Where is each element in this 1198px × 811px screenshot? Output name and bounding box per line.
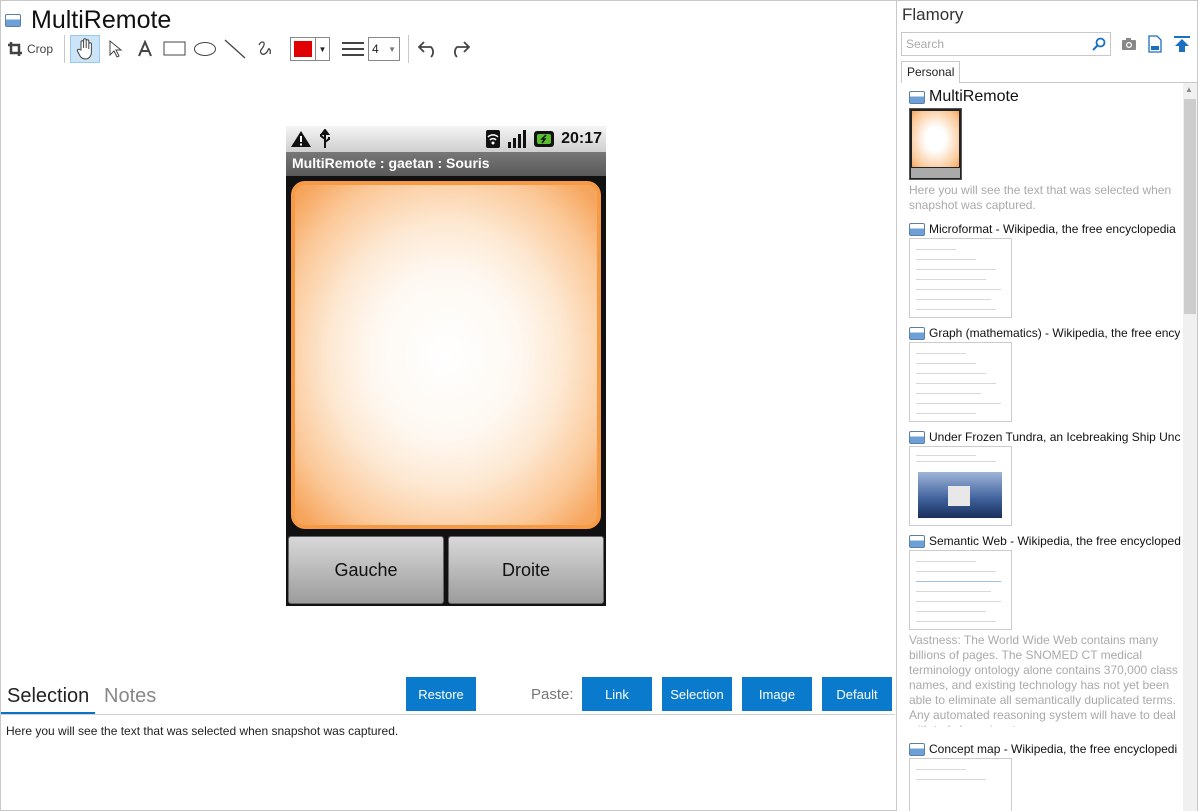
camera-icon[interactable] <box>1121 37 1137 51</box>
undo-button[interactable] <box>414 35 444 63</box>
app-icon <box>909 326 925 340</box>
app-icon <box>909 534 925 548</box>
panel-title: Flamory <box>902 5 964 24</box>
item-description: Vastness: The World Wide Web contains ma… <box>909 633 1178 727</box>
item-title: Microformat - Wikipedia, the free encycl… <box>929 222 1176 236</box>
list-item[interactable]: Semantic Web - Wikipedia, the free encyc… <box>909 534 1181 742</box>
color-picker[interactable]: ▼ <box>290 37 331 61</box>
left-click-button[interactable]: Gauche <box>288 536 444 604</box>
restore-button[interactable]: Restore <box>406 677 476 711</box>
text-tool-button[interactable] <box>130 35 160 63</box>
warning-icon <box>291 131 311 147</box>
signal-icon <box>508 130 527 148</box>
toolbar-separator <box>64 35 66 63</box>
app-icon <box>909 90 925 104</box>
collapse-up-icon[interactable] <box>1173 35 1191 53</box>
item-title: Under Frozen Tundra, an Icebreaking Ship… <box>929 430 1181 444</box>
usb-icon <box>320 129 330 148</box>
item-title: Concept map - Wikipedia, the free encycl… <box>929 742 1178 756</box>
paste-link-button[interactable]: Link <box>582 677 652 711</box>
item-title: Semantic Web - Wikipedia, the free encyc… <box>929 534 1181 548</box>
editor-area: MultiRemote Crop ▼ 4 ▼ 20:17 MultiRemote… <box>0 0 896 811</box>
snapshot-title[interactable]: MultiRemote <box>31 6 171 35</box>
ellipse-icon <box>194 42 217 56</box>
rectangle-tool-button[interactable] <box>160 35 190 63</box>
freehand-tool-button[interactable] <box>250 35 280 63</box>
item-description: Here you will see the text that was sele… <box>909 183 1172 212</box>
item-thumbnail <box>909 342 1012 422</box>
list-item[interactable]: MultiRemote Here you will see the text t… <box>909 88 1181 216</box>
line-width-select[interactable]: 4 ▼ <box>368 37 401 61</box>
item-thumbnail <box>909 446 1012 526</box>
crop-button[interactable]: Crop <box>5 35 59 63</box>
scroll-thumb[interactable] <box>1184 99 1196 314</box>
selection-text[interactable]: Here you will see the text that was sele… <box>6 724 398 738</box>
color-swatch <box>294 41 313 57</box>
toolbar-separator <box>408 35 410 63</box>
paste-selection-button[interactable]: Selection <box>662 677 732 711</box>
ellipse-tool-button[interactable] <box>190 35 220 63</box>
chevron-down-icon: ▼ <box>388 44 397 54</box>
wifi-icon <box>486 130 501 148</box>
freehand-icon <box>258 41 271 55</box>
app-icon <box>909 222 925 236</box>
search-icon[interactable] <box>1092 37 1106 51</box>
app-icon <box>909 742 925 756</box>
phone-status-bar: 20:17 <box>286 126 606 152</box>
snapshot-list: MultiRemote Here you will see the text t… <box>909 88 1181 811</box>
item-thumbnail <box>909 238 1012 318</box>
hand-icon <box>76 38 92 60</box>
crop-label: Crop <box>27 42 54 56</box>
line-icon <box>224 39 246 59</box>
battery-icon <box>534 131 555 147</box>
list-item[interactable]: Concept map - Wikipedia, the free encycl… <box>909 742 1181 811</box>
tab-selection[interactable]: Selection <box>0 685 96 714</box>
list-item[interactable]: Microformat - Wikipedia, the free encycl… <box>909 222 1181 326</box>
app-icon <box>909 430 925 444</box>
hand-tool-button[interactable] <box>70 35 101 63</box>
list-item[interactable]: Under Frozen Tundra, an Icebreaking Ship… <box>909 430 1181 534</box>
redo-icon <box>454 41 471 58</box>
paste-image-button[interactable]: Image <box>742 677 812 711</box>
bottom-tab-bar: Selection Notes Restore Paste: Link Sele… <box>0 677 895 715</box>
tab-divider <box>959 82 1197 83</box>
rectangle-icon <box>163 41 186 56</box>
line-tool-button[interactable] <box>220 35 250 63</box>
phone-clock: 20:17 <box>561 130 602 147</box>
crop-icon <box>8 42 22 56</box>
touch-pad[interactable] <box>291 181 601 529</box>
item-thumbnail <box>909 758 1012 811</box>
pointer-icon <box>109 39 123 58</box>
text-icon <box>138 40 152 57</box>
line-width-value: 4 <box>372 42 379 56</box>
right-click-button[interactable]: Droite <box>448 536 604 604</box>
tab-personal[interactable]: Personal <box>901 61 961 83</box>
search-placeholder: Search <box>906 37 945 51</box>
flamory-panel: Flamory Search Personal MultiRemote Here… <box>896 0 1198 811</box>
tab-notes[interactable]: Notes <box>104 685 156 708</box>
document-icon[interactable] <box>1147 35 1163 53</box>
chevron-down-icon: ▼ <box>315 38 329 60</box>
line-width-icon <box>342 42 365 56</box>
undo-icon <box>418 41 435 58</box>
item-thumbnail <box>909 108 962 180</box>
select-tool-button[interactable] <box>100 35 130 63</box>
item-title: MultiRemote <box>929 88 1019 105</box>
redo-button[interactable] <box>444 35 474 63</box>
drawing-toolbar: Crop ▼ 4 ▼ <box>5 34 474 64</box>
item-thumbnail <box>909 550 1012 630</box>
item-title: Graph (mathematics) - Wikipedia, the fre… <box>929 326 1181 340</box>
panel-scrollbar[interactable]: ▲ <box>1183 83 1197 811</box>
list-item[interactable]: Graph (mathematics) - Wikipedia, the fre… <box>909 326 1181 430</box>
title-bar: MultiRemote <box>5 5 171 35</box>
paste-label: Paste: <box>531 686 574 703</box>
line-width-control[interactable]: 4 ▼ <box>342 37 401 61</box>
app-icon <box>5 13 21 27</box>
phone-screenshot: 20:17 MultiRemote : gaetan : Souris Gauc… <box>286 126 606 606</box>
scroll-up-icon[interactable]: ▲ <box>1185 85 1193 94</box>
phone-app-title: MultiRemote : gaetan : Souris <box>286 152 606 176</box>
search-input[interactable]: Search <box>901 32 1111 56</box>
paste-default-button[interactable]: Default <box>822 677 892 711</box>
